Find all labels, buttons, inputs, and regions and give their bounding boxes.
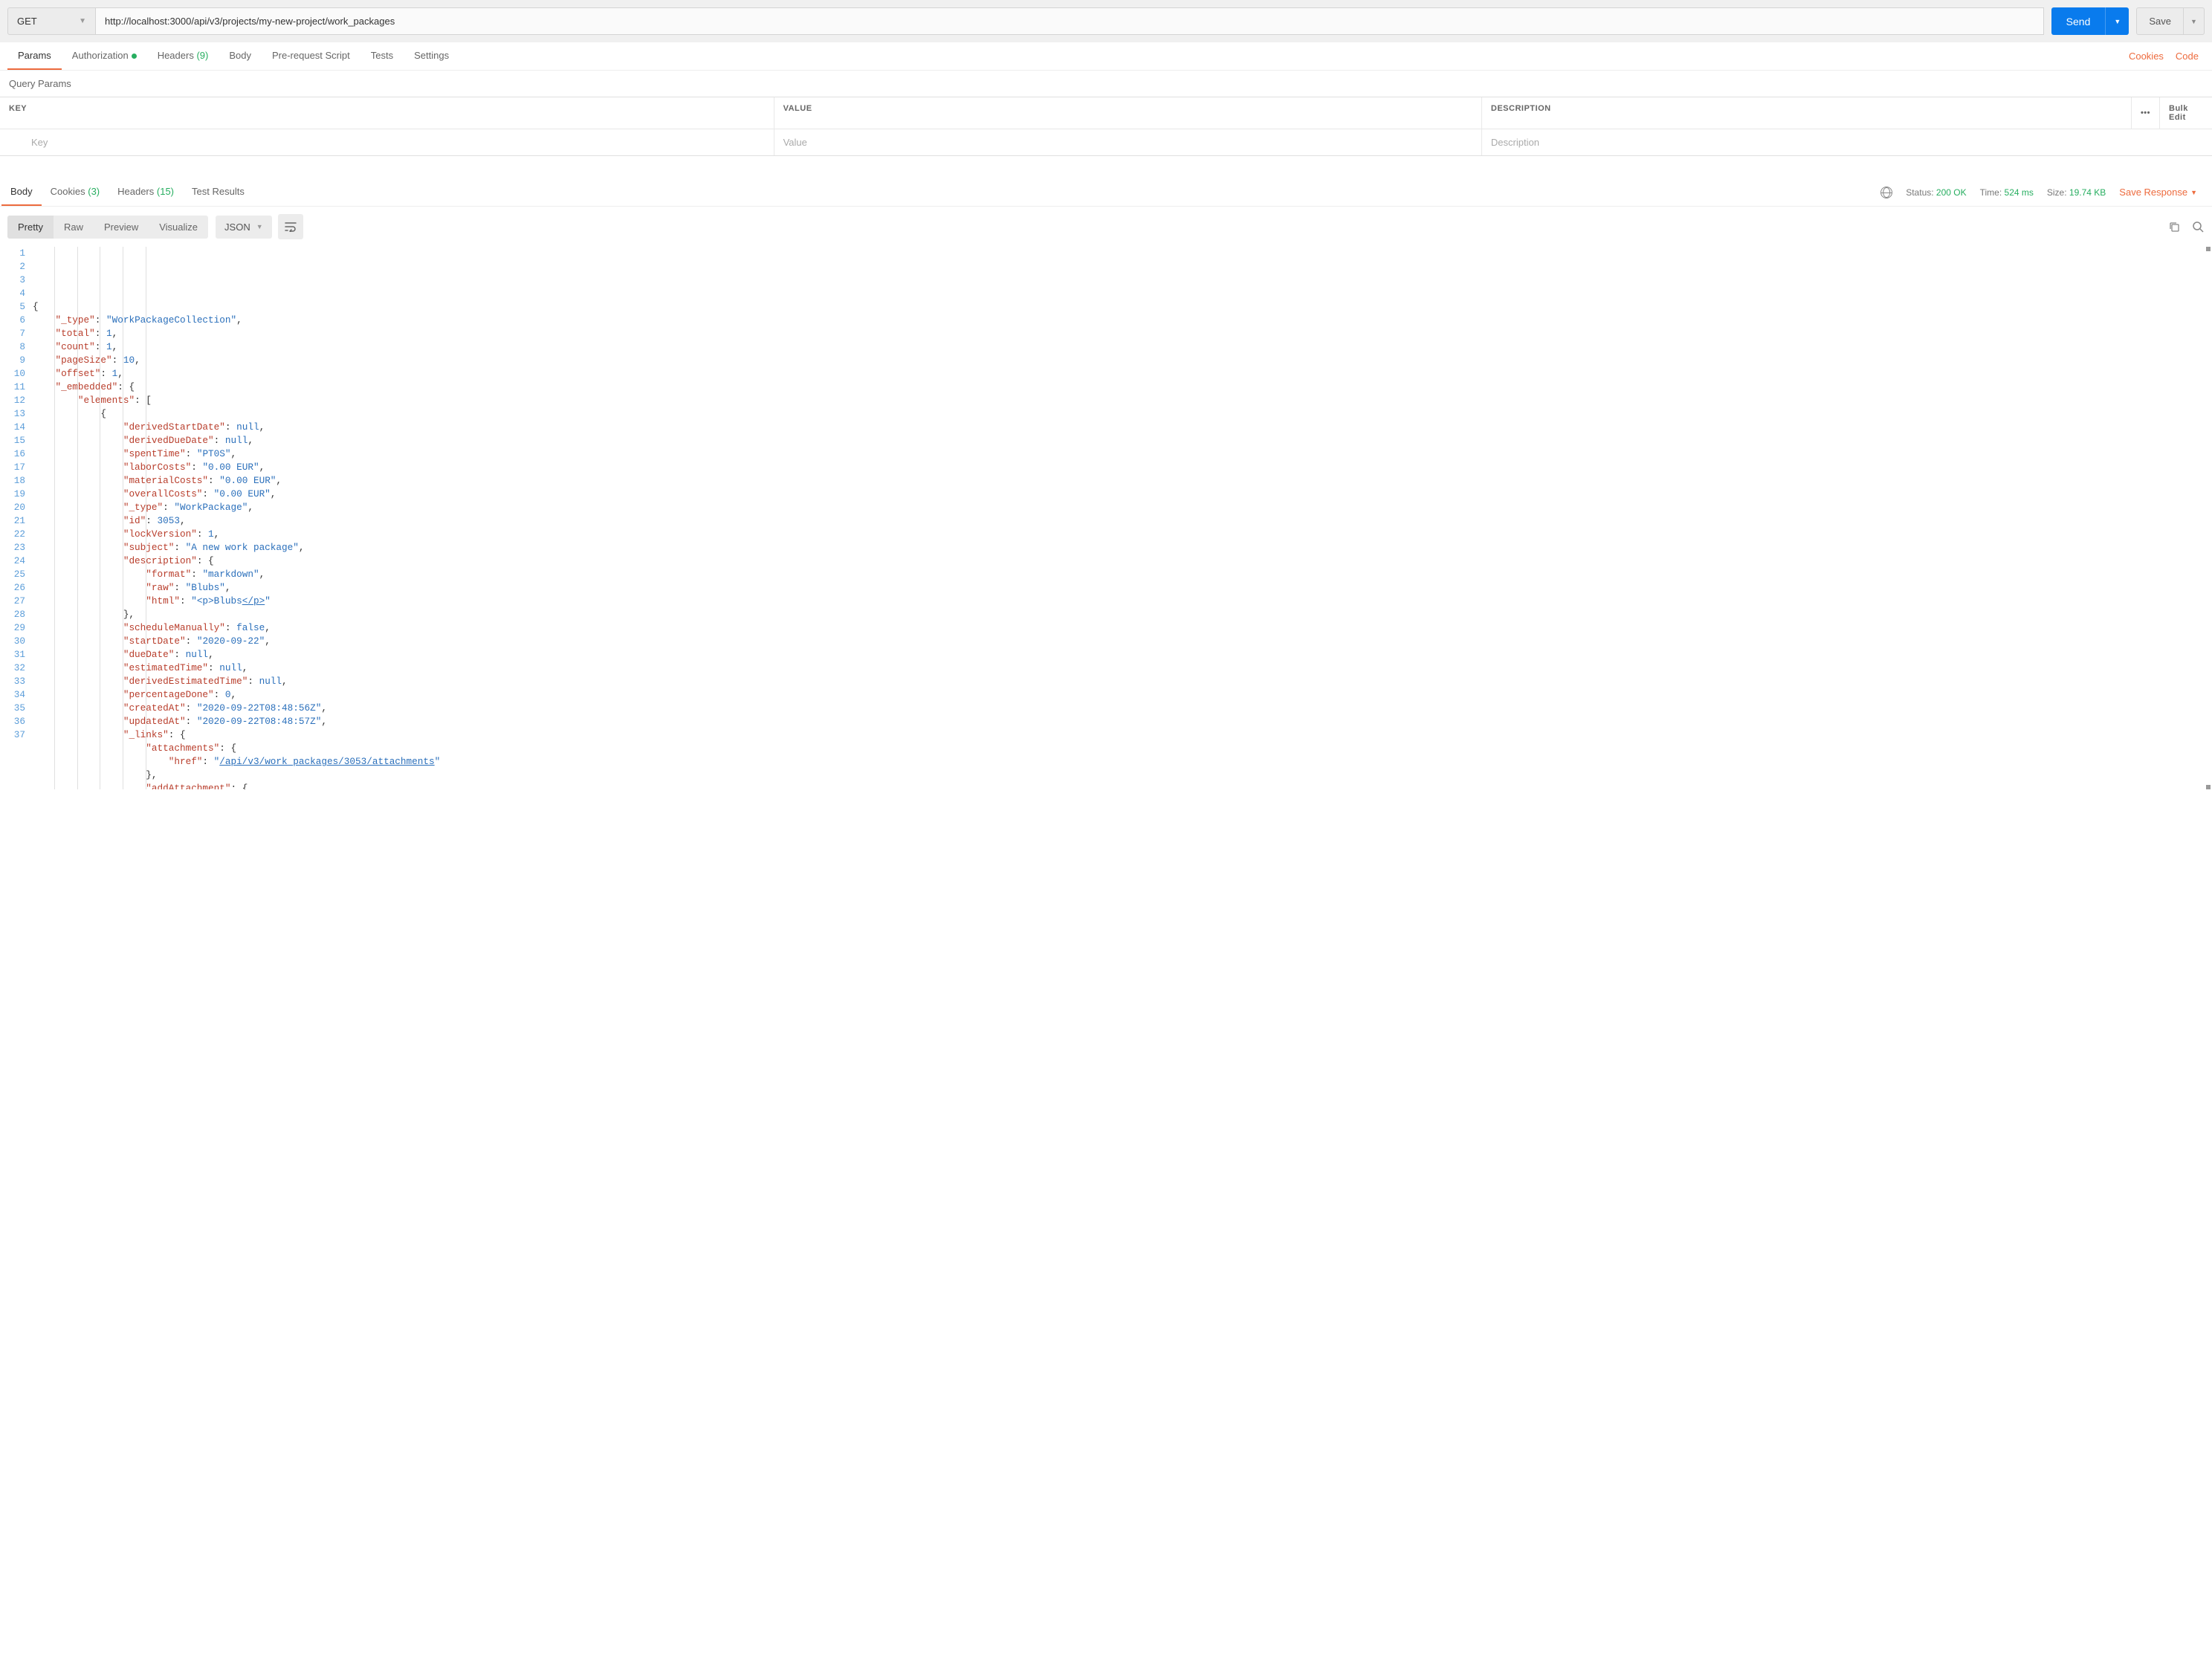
scrollbar-marker [2206, 247, 2211, 251]
value-input[interactable]: Value [774, 129, 1482, 155]
send-button[interactable]: Send [2051, 7, 2106, 35]
response-toolbar: Pretty Raw Preview Visualize JSON ▼ [0, 207, 2212, 247]
tab-label: Headers [117, 186, 154, 197]
headers-count: (9) [196, 50, 208, 61]
copy-icon[interactable] [2167, 220, 2181, 233]
tab-prerequest[interactable]: Pre-request Script [262, 42, 360, 70]
cookies-link[interactable]: Cookies [2123, 43, 2170, 69]
bulk-edit-link[interactable]: Bulk Edit [2160, 97, 2212, 129]
view-preview[interactable]: Preview [94, 216, 149, 239]
save-dropdown[interactable]: ▼ [2184, 7, 2205, 35]
request-bar: GET ▼ Send ▼ Save ▼ [0, 0, 2212, 42]
tab-label: Headers [158, 50, 194, 61]
tab-label: Cookies [51, 186, 85, 197]
url-input[interactable] [95, 7, 2044, 35]
tab-body[interactable]: Body [219, 42, 262, 70]
description-input[interactable]: Description [1482, 129, 2212, 155]
table-row: Key Value Description [0, 129, 2212, 155]
table-header-row: KEY VALUE DESCRIPTION ••• Bulk Edit [0, 97, 2212, 129]
http-method-value: GET [17, 16, 37, 27]
col-description: DESCRIPTION [1482, 97, 2132, 129]
send-dropdown[interactable]: ▼ [2105, 7, 2129, 35]
tab-tests[interactable]: Tests [360, 42, 404, 70]
tab-settings[interactable]: Settings [404, 42, 459, 70]
chevron-down-icon: ▼ [256, 223, 263, 230]
save-response-dropdown[interactable]: Save Response ▼ [2119, 187, 2197, 198]
more-options-icon[interactable]: ••• [2132, 97, 2160, 129]
status-label: Status: [1906, 187, 1933, 198]
view-visualize[interactable]: Visualize [149, 216, 208, 239]
tab-params[interactable]: Params [7, 42, 62, 70]
size-label: Size: [2047, 187, 2067, 198]
response-body-editor[interactable]: 1234567891011121314151617181920212223242… [0, 247, 2212, 789]
resp-tab-body[interactable]: Body [1, 178, 42, 206]
format-value: JSON [224, 221, 250, 233]
query-params-table: KEY VALUE DESCRIPTION ••• Bulk Edit Key … [0, 97, 2212, 156]
globe-icon[interactable] [1880, 187, 1892, 198]
status-meta: Status: 200 OK [1906, 187, 1966, 198]
wrap-lines-button[interactable] [278, 214, 303, 239]
send-button-group: Send ▼ [2051, 7, 2129, 35]
scrollbar-marker [2206, 785, 2211, 789]
chevron-down-icon: ▼ [2190, 18, 2197, 25]
view-mode-group: Pretty Raw Preview Visualize [7, 216, 208, 239]
response-meta: Status: 200 OK Time: 524 ms Size: 19.74 … [1880, 187, 2205, 198]
col-key: KEY [0, 97, 774, 129]
view-pretty[interactable]: Pretty [7, 216, 54, 239]
response-tabs: Body Cookies (3) Headers (15) Test Resul… [0, 178, 2212, 207]
time-meta: Time: 524 ms [1980, 187, 2034, 198]
save-response-label: Save Response [2119, 187, 2187, 198]
code-content[interactable]: { "_type": "WorkPackageCollection", "tot… [33, 247, 2212, 789]
tab-label: Authorization [72, 50, 129, 61]
key-input[interactable]: Key [0, 129, 774, 155]
format-select[interactable]: JSON ▼ [216, 216, 272, 239]
tab-authorization[interactable]: Authorization [62, 42, 147, 70]
save-button[interactable]: Save [2136, 7, 2184, 35]
response-section: Body Cookies (3) Headers (15) Test Resul… [0, 178, 2212, 789]
col-value: VALUE [774, 97, 1482, 129]
headers-count: (15) [157, 186, 174, 197]
line-number-gutter: 1234567891011121314151617181920212223242… [0, 247, 33, 789]
view-raw[interactable]: Raw [54, 216, 94, 239]
tab-headers[interactable]: Headers (9) [147, 42, 219, 70]
cookies-count: (3) [88, 186, 100, 197]
search-icon[interactable] [2191, 220, 2205, 233]
request-tabs: Params Authorization Headers (9) Body Pr… [0, 42, 2212, 71]
chevron-down-icon: ▼ [79, 17, 86, 25]
resp-tab-cookies[interactable]: Cookies (3) [42, 178, 109, 206]
code-link[interactable]: Code [2170, 43, 2205, 69]
size-value: 19.74 KB [2069, 187, 2106, 198]
save-button-group: Save ▼ [2136, 7, 2205, 35]
size-meta: Size: 19.74 KB [2047, 187, 2106, 198]
auth-indicator-dot [132, 54, 137, 59]
time-label: Time: [1980, 187, 2002, 198]
time-value: 524 ms [2005, 187, 2034, 198]
http-method-select[interactable]: GET ▼ [7, 7, 95, 35]
status-value: 200 OK [1936, 187, 1967, 198]
resp-tab-tests[interactable]: Test Results [183, 178, 253, 206]
query-params-title: Query Params [0, 71, 2212, 97]
chevron-down-icon: ▼ [2190, 189, 2197, 196]
chevron-down-icon: ▼ [2114, 18, 2121, 25]
resp-tab-headers[interactable]: Headers (15) [109, 178, 183, 206]
